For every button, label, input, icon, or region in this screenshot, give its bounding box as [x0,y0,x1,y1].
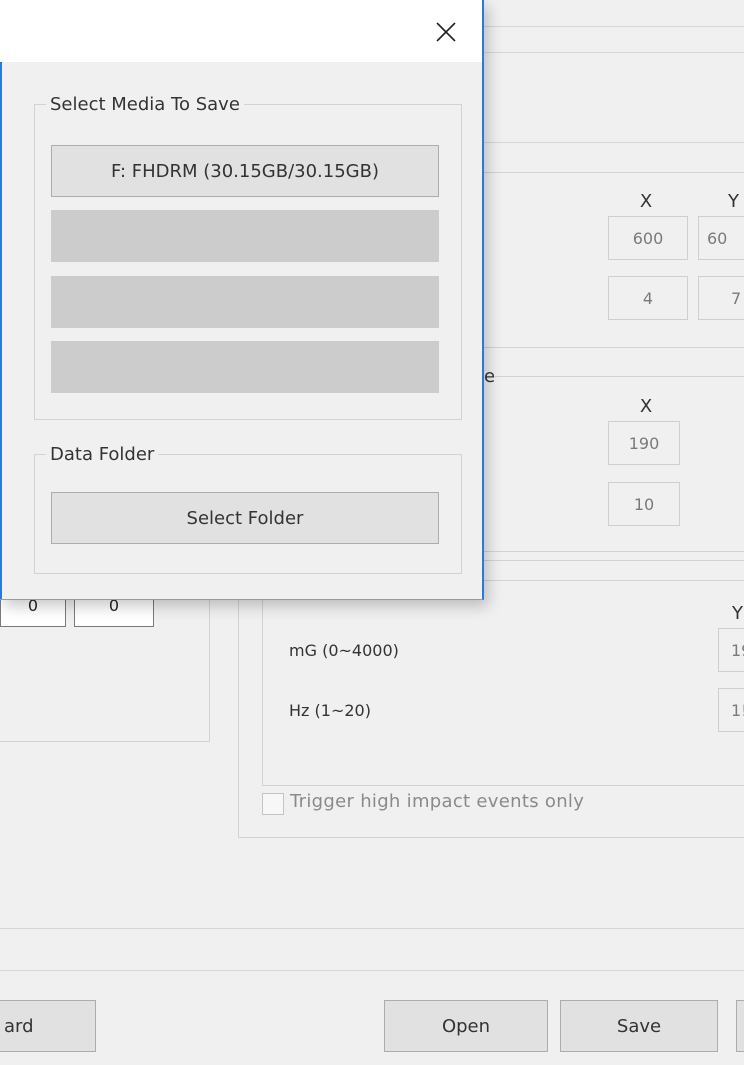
next-button[interactable] [736,1000,744,1052]
dialog-titlebar [0,0,482,62]
size-y-input[interactable]: 7 [698,276,744,320]
media-drive-button[interactable]: F: FHDRM (30.15GB/30.15GB) [51,145,439,197]
close-button[interactable] [424,10,468,54]
screen: X Y 600 60 4 7 e X 190 10 0 0 Y mG (0~40… [0,0,744,1065]
offset-y-input[interactable]: 60 [698,216,744,260]
sensitivity-y-input[interactable]: 10 [608,482,680,526]
divider [0,970,744,971]
impact-group [262,580,744,786]
divider [484,26,744,27]
divider [484,52,744,53]
sensitivity-group-legend: e [484,366,496,387]
divider [0,928,744,929]
mg-label: mG (0~4000) [289,641,399,660]
sensitivity-x-input[interactable]: 190 [608,421,680,465]
column-header-x: X [639,191,653,212]
mg-y-input[interactable]: 19 [718,628,744,672]
column-header-x: X [639,396,653,417]
column-header-y: Y [732,603,743,624]
trigger-high-impact-checkbox[interactable] [262,793,284,815]
media-slot-button [51,276,439,328]
hz-y-input[interactable]: 1! [718,688,744,732]
media-slot-button [51,210,439,262]
open-button[interactable]: Open [384,1000,548,1052]
dialog-border [0,0,2,599]
column-header-y: Y [728,191,739,212]
size-x-input[interactable]: 4 [608,276,688,320]
trigger-high-impact-label: Trigger high impact events only [290,791,585,812]
save-media-dialog: Select Media To Save F: FHDRM (30.15GB/3… [0,0,484,600]
hz-label: Hz (1~20) [289,701,371,720]
wizard-button[interactable]: ard [0,1000,96,1052]
divider [484,142,744,143]
data-folder-legend: Data Folder [46,444,159,465]
media-slot-button [51,341,439,393]
close-icon [436,22,456,42]
save-button[interactable]: Save [560,1000,718,1052]
select-media-legend: Select Media To Save [46,94,244,115]
offset-x-input[interactable]: 600 [608,216,688,260]
select-folder-button[interactable]: Select Folder [51,492,439,544]
